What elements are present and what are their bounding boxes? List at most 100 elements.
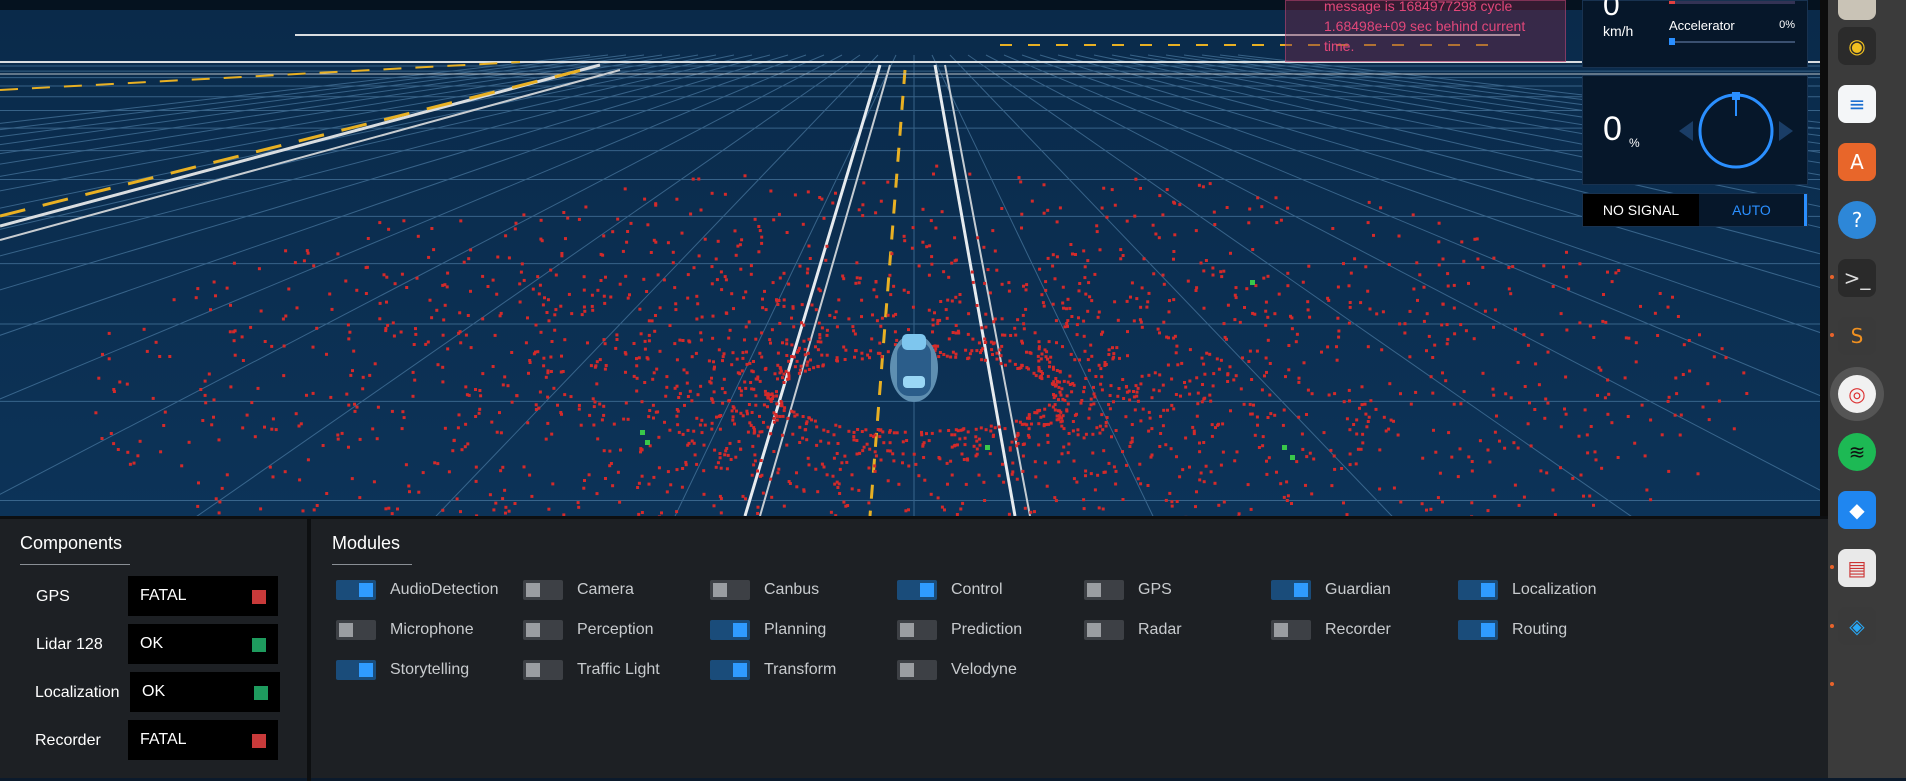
component-status-text: FATAL (140, 587, 187, 604)
document-viewer-icon[interactable]: ▤ (1838, 549, 1876, 587)
module-toggle[interactable] (523, 660, 563, 680)
module-label: Canbus (764, 581, 819, 599)
turn-signal-status: NO SIGNAL (1583, 194, 1699, 226)
steering-value: 0 (1603, 110, 1622, 149)
3d-scene-view[interactable] (0, 0, 1828, 516)
module-label: Radar (1138, 621, 1182, 639)
module-toggle[interactable] (336, 580, 376, 600)
module-toggle[interactable] (336, 620, 376, 640)
module-storytelling: Storytelling (336, 659, 469, 681)
app-store-icon[interactable]: A (1838, 143, 1876, 181)
components-panel: Components GPS FATAL Lidar 128 OK Locali… (0, 519, 311, 781)
module-label: Transform (764, 661, 836, 679)
module-toggle[interactable] (897, 660, 937, 680)
module-label: Velodyne (951, 661, 1017, 679)
component-status: FATAL (128, 720, 278, 760)
todesk-icon[interactable]: ◆ (1838, 491, 1876, 529)
running-indicator (1830, 682, 1834, 686)
module-radar: Radar (1084, 619, 1182, 641)
vpn-shield-icon[interactable]: ◈ (1838, 607, 1876, 645)
module-label: GPS (1138, 581, 1172, 599)
chrome-icon[interactable]: ◎ (1838, 375, 1876, 413)
component-label: Localization (35, 684, 120, 702)
module-toggle[interactable] (1084, 620, 1124, 640)
module-control: Control (897, 579, 1003, 601)
module-label: Prediction (951, 621, 1022, 639)
module-label: Recorder (1325, 621, 1391, 639)
sublime-text-icon[interactable]: S (1838, 317, 1876, 355)
component-status: FATAL (128, 576, 278, 616)
module-toggle[interactable] (710, 660, 750, 680)
signal-mode-panel: NO SIGNAL AUTO (1582, 193, 1808, 227)
running-indicator (1830, 333, 1834, 337)
status-indicator (252, 734, 266, 748)
running-indicator (1830, 624, 1834, 628)
module-canbus: Canbus (710, 579, 819, 601)
files-icon[interactable] (1838, 0, 1876, 20)
running-indicator (1830, 275, 1834, 279)
modules-panel: Modules AudioDetection Camera Canbus Contro… (311, 519, 1828, 781)
module-gps: GPS (1084, 579, 1172, 601)
modules-title: Modules (332, 533, 400, 554)
accelerator-bar (1669, 41, 1795, 43)
components-title-underline (20, 564, 130, 565)
module-label: Storytelling (390, 661, 469, 679)
steering-wheel-icon (1673, 88, 1799, 174)
help-icon[interactable]: ? (1838, 201, 1876, 239)
accelerator-percent: 0% (1779, 19, 1795, 31)
module-label: Localization (1512, 581, 1597, 599)
module-toggle[interactable] (523, 620, 563, 640)
spotify-icon[interactable]: ≋ (1838, 433, 1876, 471)
status-indicator (254, 686, 268, 700)
driving-mode[interactable]: AUTO (1699, 194, 1807, 226)
module-microphone: Microphone (336, 619, 474, 641)
module-label: Routing (1512, 621, 1567, 639)
module-localization: Localization (1458, 579, 1597, 601)
running-indicator (1830, 565, 1834, 569)
component-status: OK (130, 672, 280, 712)
module-toggle[interactable] (1271, 580, 1311, 600)
module-label: Guardian (1325, 581, 1391, 599)
bottom-panel: Components GPS FATAL Lidar 128 OK Locali… (0, 516, 1828, 778)
component-row-gps: GPS FATAL (0, 576, 311, 616)
module-velodyne: Velodyne (897, 659, 1017, 681)
module-audiodetection: AudioDetection (336, 579, 499, 601)
speed-value: 0 (1603, 0, 1620, 23)
steering-panel: 0 % (1582, 75, 1808, 185)
module-planning: Planning (710, 619, 826, 641)
module-label: Microphone (390, 621, 474, 639)
module-toggle[interactable] (1084, 580, 1124, 600)
module-toggle[interactable] (1458, 580, 1498, 600)
module-toggle[interactable] (710, 620, 750, 640)
module-label: Camera (577, 581, 634, 599)
rhythmbox-icon[interactable]: ◉ (1838, 27, 1876, 65)
module-label: Traffic Light (577, 661, 660, 679)
component-label: GPS (36, 588, 70, 606)
module-toggle[interactable] (897, 620, 937, 640)
components-title: Components (20, 533, 122, 554)
module-perception: Perception (523, 619, 654, 641)
status-indicator (252, 590, 266, 604)
module-toggle[interactable] (1271, 620, 1311, 640)
module-toggle[interactable] (1458, 620, 1498, 640)
component-status-text: FATAL (140, 731, 187, 748)
speed-unit: km/h (1603, 23, 1633, 39)
libreoffice-writer-icon[interactable]: ≡ (1838, 85, 1876, 123)
module-label: Planning (764, 621, 826, 639)
module-toggle[interactable] (897, 580, 937, 600)
component-row-localization: Localization OK (0, 672, 311, 712)
module-label: Perception (577, 621, 654, 639)
module-label: Control (951, 581, 1003, 599)
delay-alert: message is 1684977298 cycle 1.68498e+09 … (1285, 0, 1566, 62)
module-recorder: Recorder (1271, 619, 1391, 641)
terminal-icon[interactable]: >_ (1838, 259, 1876, 297)
speed-panel: 0 km/h Accelerator 0% (1582, 0, 1808, 68)
component-status-text: OK (142, 683, 165, 700)
delay-alert-text: message is 1684977298 cycle 1.68498e+09 … (1324, 0, 1551, 56)
steering-unit: % (1629, 136, 1640, 150)
accelerator-label: Accelerator (1669, 18, 1735, 33)
module-toggle[interactable] (523, 580, 563, 600)
module-toggle[interactable] (336, 660, 376, 680)
brake-bar (1669, 1, 1795, 4)
module-toggle[interactable] (710, 580, 750, 600)
